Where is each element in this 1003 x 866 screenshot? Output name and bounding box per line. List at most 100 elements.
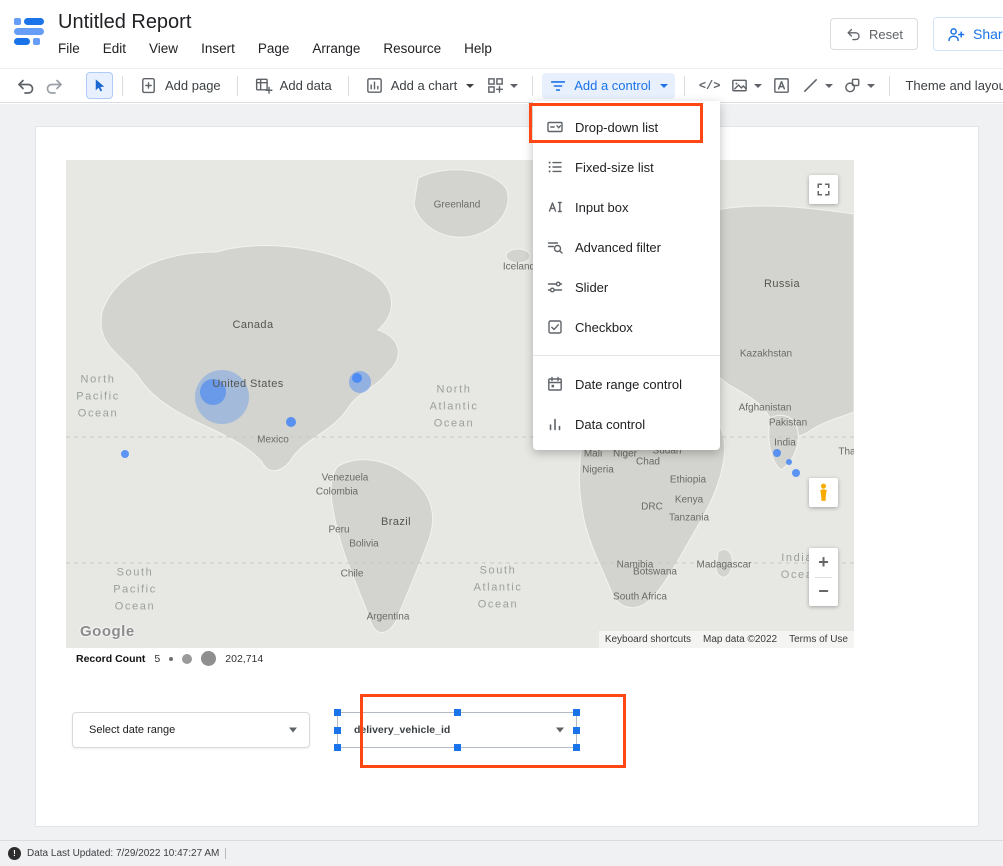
embed-button[interactable]: </> bbox=[694, 75, 726, 97]
selection-handle[interactable] bbox=[334, 727, 341, 734]
selection-handle[interactable] bbox=[334, 709, 341, 716]
map-fullscreen-button[interactable] bbox=[809, 175, 838, 204]
toolbar-divider bbox=[889, 76, 890, 96]
selection-handle[interactable] bbox=[334, 744, 341, 751]
chevron-down-icon bbox=[466, 84, 474, 88]
shape-tool-button[interactable] bbox=[838, 72, 880, 99]
map-label: South Pacific Ocean bbox=[113, 564, 157, 615]
menu-divider bbox=[533, 355, 720, 356]
zoom-out-button[interactable]: − bbox=[809, 578, 838, 607]
map-label: Greenland bbox=[434, 200, 481, 211]
selection-handle[interactable] bbox=[454, 744, 461, 751]
zoom-in-button[interactable]: + bbox=[809, 548, 838, 577]
legend-dot-small bbox=[169, 657, 173, 661]
selection-handle[interactable] bbox=[454, 709, 461, 716]
map-labels: Greenland Iceland Russia Canada United State… bbox=[66, 160, 854, 648]
selection-handle[interactable] bbox=[573, 709, 580, 716]
legend-max-value: 202,714 bbox=[225, 653, 263, 665]
menu-resource[interactable]: Resource bbox=[383, 41, 441, 56]
map-label: Madagascar bbox=[696, 560, 751, 571]
image-tool-button[interactable] bbox=[725, 72, 767, 99]
dropdown-list-icon bbox=[546, 118, 564, 136]
map-label: DRC bbox=[641, 502, 663, 513]
report-title[interactable]: Untitled Report bbox=[58, 11, 191, 34]
fixed-size-list-icon bbox=[546, 158, 564, 176]
map-label: Niger bbox=[613, 449, 637, 460]
menu-view[interactable]: View bbox=[149, 41, 178, 56]
menu-item-input-box[interactable]: Input box bbox=[533, 187, 720, 227]
undo-icon bbox=[15, 76, 35, 96]
menu-item-slider[interactable]: Slider bbox=[533, 267, 720, 307]
map-label: Russia bbox=[764, 278, 800, 290]
date-range-label: Select date range bbox=[73, 724, 175, 736]
add-data-icon bbox=[254, 76, 273, 95]
menu-item-dropdown-list[interactable]: Drop-down list bbox=[533, 107, 720, 147]
chevron-down-icon bbox=[289, 728, 297, 733]
theme-and-layout-button[interactable]: Theme and layout bbox=[899, 74, 1003, 97]
report-page[interactable]: Greenland Iceland Russia Canada United State… bbox=[36, 127, 978, 826]
toolbar-divider bbox=[122, 76, 123, 96]
status-divider bbox=[225, 848, 226, 859]
reset-button[interactable]: Reset bbox=[830, 18, 918, 50]
map-label: Ethiopia bbox=[670, 475, 706, 486]
menu-item-checkbox[interactable]: Checkbox bbox=[533, 307, 720, 347]
add-data-button[interactable]: Add data bbox=[247, 72, 339, 99]
chevron-down-icon bbox=[556, 728, 564, 733]
chevron-down-icon bbox=[754, 84, 762, 88]
data-last-updated-text: Data Last Updated: 7/29/2022 10:47:27 AM bbox=[27, 848, 219, 859]
map-label: Afghanistan bbox=[739, 403, 792, 414]
map-label: North Atlantic Ocean bbox=[430, 381, 479, 432]
street-view-pegman-button[interactable] bbox=[809, 478, 838, 507]
menu-file[interactable]: File bbox=[58, 41, 80, 56]
selection-handle[interactable] bbox=[573, 727, 580, 734]
map-label: South Atlantic Ocean bbox=[474, 562, 523, 613]
menu-page[interactable]: Page bbox=[258, 41, 290, 56]
menu-item-fixed-size-list[interactable]: Fixed-size list bbox=[533, 147, 720, 187]
add-a-control-button[interactable]: Add a control bbox=[542, 73, 675, 99]
toolbar-divider bbox=[532, 76, 533, 96]
add-chart-button[interactable]: Add a chart bbox=[358, 72, 482, 99]
share-button[interactable]: Share bbox=[933, 17, 1003, 51]
data-freshness-icon: ! bbox=[8, 847, 21, 860]
bubble-map-chart[interactable]: Greenland Iceland Russia Canada United State… bbox=[66, 160, 854, 648]
map-label: Canada bbox=[233, 319, 274, 331]
menu-item-advanced-filter[interactable]: Advanced filter bbox=[533, 227, 720, 267]
cursor-icon bbox=[92, 78, 107, 93]
community-visualizations-button[interactable] bbox=[481, 72, 523, 99]
menu-edit[interactable]: Edit bbox=[103, 41, 126, 56]
map-attribution: Keyboard shortcuts Map data ©2022 Terms … bbox=[599, 631, 854, 648]
map-label: Namibia bbox=[617, 560, 654, 571]
legend-dot-medium bbox=[182, 654, 192, 664]
undo-button[interactable] bbox=[10, 72, 40, 100]
selection-handle[interactable] bbox=[573, 744, 580, 751]
menu-help[interactable]: Help bbox=[464, 41, 492, 56]
google-maps-logo: Google bbox=[80, 623, 135, 640]
menu-item-data-control[interactable]: Data control bbox=[533, 404, 720, 444]
map-label: Mali bbox=[584, 449, 602, 460]
text-tool-button[interactable] bbox=[767, 72, 796, 99]
add-page-button[interactable]: Add page bbox=[132, 72, 228, 99]
shape-icon bbox=[843, 76, 862, 95]
map-label: Tha bbox=[838, 447, 854, 458]
map-data-label: Map data ©2022 bbox=[697, 631, 783, 648]
terms-of-use-link[interactable]: Terms of Use bbox=[783, 631, 854, 648]
filter-icon bbox=[549, 77, 567, 95]
keyboard-shortcuts-link[interactable]: Keyboard shortcuts bbox=[599, 631, 697, 648]
data-studio-logo[interactable] bbox=[14, 18, 46, 50]
line-tool-button[interactable] bbox=[796, 72, 838, 99]
report-canvas[interactable]: Greenland Iceland Russia Canada United State… bbox=[0, 104, 1003, 866]
menu-item-date-range-control[interactable]: Date range control bbox=[533, 364, 720, 404]
chevron-down-icon bbox=[825, 84, 833, 88]
menu-bar: File Edit View Insert Page Arrange Resou… bbox=[58, 41, 515, 56]
menu-insert[interactable]: Insert bbox=[201, 41, 235, 56]
redo-button[interactable] bbox=[40, 72, 70, 100]
map-label: United States bbox=[212, 378, 283, 390]
map-label: Iceland bbox=[503, 262, 535, 273]
date-range-control[interactable]: Select date range bbox=[72, 712, 310, 748]
select-tool-button[interactable] bbox=[86, 72, 113, 99]
menu-arrange[interactable]: Arrange bbox=[312, 41, 360, 56]
slider-icon bbox=[546, 278, 564, 296]
date-range-icon bbox=[546, 375, 564, 393]
dropdown-list-control[interactable]: delivery_vehicle_id bbox=[337, 712, 577, 748]
menu-item-label: Drop-down list bbox=[575, 120, 658, 135]
